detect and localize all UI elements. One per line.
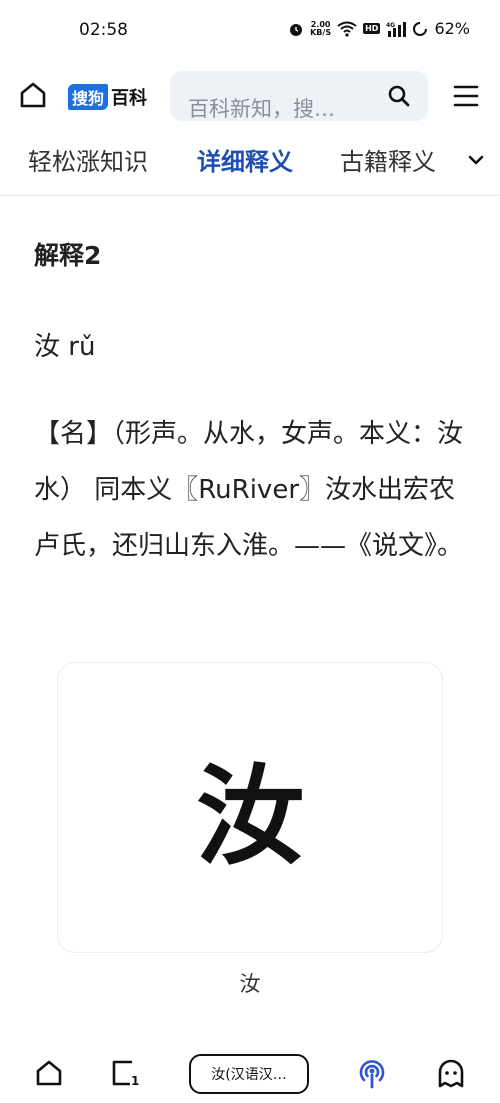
tab-bar: 轻松涨知识 详细释义 古籍释义 xyxy=(0,128,500,196)
nav-profile-button[interactable] xyxy=(435,1058,467,1090)
menu-button[interactable] xyxy=(452,84,480,108)
signal-icon: 4G xyxy=(386,21,407,37)
home-button[interactable] xyxy=(18,80,48,110)
svg-text:1: 1 xyxy=(131,1074,139,1088)
chevron-down-icon[interactable] xyxy=(466,150,486,170)
status-bar: 02:58 2.00 KB/S HD 4G 62% xyxy=(0,0,500,64)
alarm-icon xyxy=(288,21,304,37)
home-icon xyxy=(20,82,46,108)
podcast-icon xyxy=(359,1060,385,1089)
wifi-icon xyxy=(337,21,357,37)
image-caption: 汝 xyxy=(239,972,261,996)
nav-tabs-button[interactable]: 1 xyxy=(110,1058,142,1088)
definition-text: 【名】（形声。从水，女声。本义：汝水） 同本义〖RuRiver〗汝水出宏农卢氏，… xyxy=(34,419,464,561)
section-title: 解释2 xyxy=(34,241,102,270)
battery-percent: 62% xyxy=(434,19,470,38)
logo-text: 百科 xyxy=(111,88,148,109)
battery-icon xyxy=(412,21,428,37)
nav-home-button[interactable] xyxy=(34,1058,64,1088)
net-speed: 2.00 KB/S xyxy=(310,19,332,37)
status-time: 02:58 xyxy=(79,20,128,40)
tab-easy-knowledge[interactable]: 轻松涨知识 xyxy=(28,142,148,177)
home-icon xyxy=(36,1060,62,1086)
header: 搜狗 百科 百科新知，搜… xyxy=(0,64,500,128)
hd-badge: HD xyxy=(363,23,381,34)
search-input[interactable]: 百科新知，搜… xyxy=(170,71,428,121)
profile-icon xyxy=(438,1059,464,1088)
pinyin-line: 汝 rǔ xyxy=(34,332,96,362)
search-icon[interactable] xyxy=(388,85,410,107)
character-image[interactable]: 汝 xyxy=(57,662,443,953)
tab-ancient-definition[interactable]: 古籍释义 xyxy=(340,142,436,177)
tabs-icon: 1 xyxy=(112,1060,139,1088)
character-glyph: 汝 xyxy=(195,753,304,880)
current-page-pill[interactable]: 汝(汉语汉… xyxy=(189,1054,309,1094)
sogou-baike-logo[interactable]: 搜狗 百科 xyxy=(68,84,147,110)
logo-badge: 搜狗 xyxy=(68,84,109,110)
nav-voice-button[interactable] xyxy=(356,1056,388,1090)
search-placeholder: 百科新知，搜… xyxy=(188,97,335,121)
status-icons: 2.00 KB/S HD 4G 62% xyxy=(288,19,470,38)
svg-text:4G: 4G xyxy=(386,22,395,29)
menu-icon xyxy=(453,85,479,107)
tab-detailed-definition[interactable]: 详细释义 xyxy=(197,142,293,177)
bottom-nav: 1 汝(汉语汉… xyxy=(0,1044,500,1103)
